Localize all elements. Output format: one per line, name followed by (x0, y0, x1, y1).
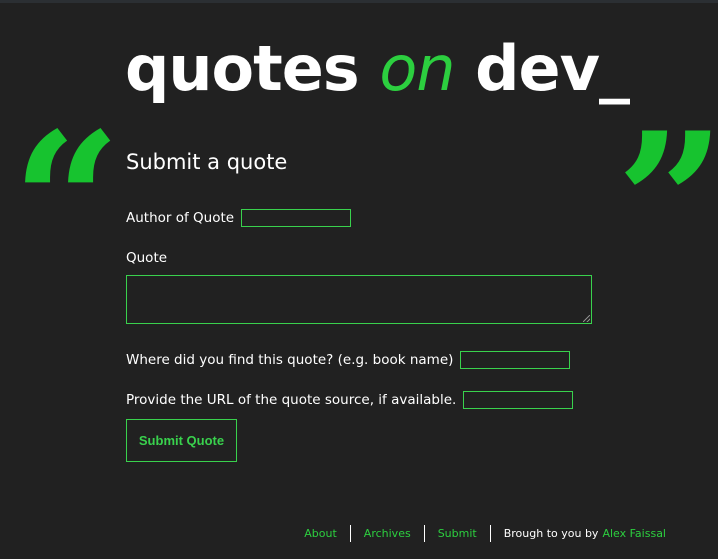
open-quote-icon: “ (12, 91, 122, 314)
close-quote-icon: ” (616, 91, 718, 314)
quote-label: Quote (126, 250, 168, 266)
logo-word-dev: dev_ (475, 32, 630, 105)
resize-handle-icon[interactable] (583, 315, 590, 322)
source-input[interactable] (460, 351, 571, 369)
url-input[interactable] (463, 391, 574, 409)
submit-form: Submit a quote Author of Quote Quote Whe… (126, 146, 592, 462)
url-row: Provide the URL of the quote source, if … (126, 390, 592, 410)
author-row: Author of Quote (126, 208, 592, 228)
author-input[interactable] (241, 209, 352, 227)
submit-quote-button[interactable]: Submit Quote (126, 419, 237, 462)
footer-link-submit[interactable]: Submit (438, 527, 477, 540)
url-label: Provide the URL of the quote source, if … (126, 392, 457, 408)
logo-word-quotes: quotes (125, 32, 360, 105)
top-border (0, 0, 718, 3)
footer-divider (489, 524, 491, 542)
footer-nav: About Archives Submit Brough to you by A… (304, 524, 666, 542)
site-logo[interactable]: quotes on dev_ (125, 26, 630, 112)
footer-link-about[interactable]: About (304, 527, 337, 540)
logo-word-on: on (379, 32, 455, 105)
footer-credit-link[interactable]: Alex Faissal (602, 527, 666, 540)
footer-divider (349, 524, 351, 542)
source-label: Where did you find this quote? (e.g. boo… (126, 352, 454, 368)
author-label: Author of Quote (126, 210, 235, 226)
page-title: Submit a quote (126, 150, 288, 174)
footer-divider (423, 524, 425, 542)
quote-textarea[interactable] (126, 275, 592, 324)
footer-link-archives[interactable]: Archives (364, 527, 411, 540)
source-row: Where did you find this quote? (e.g. boo… (126, 350, 592, 370)
footer-credit-text: Brough to you by (503, 526, 599, 540)
